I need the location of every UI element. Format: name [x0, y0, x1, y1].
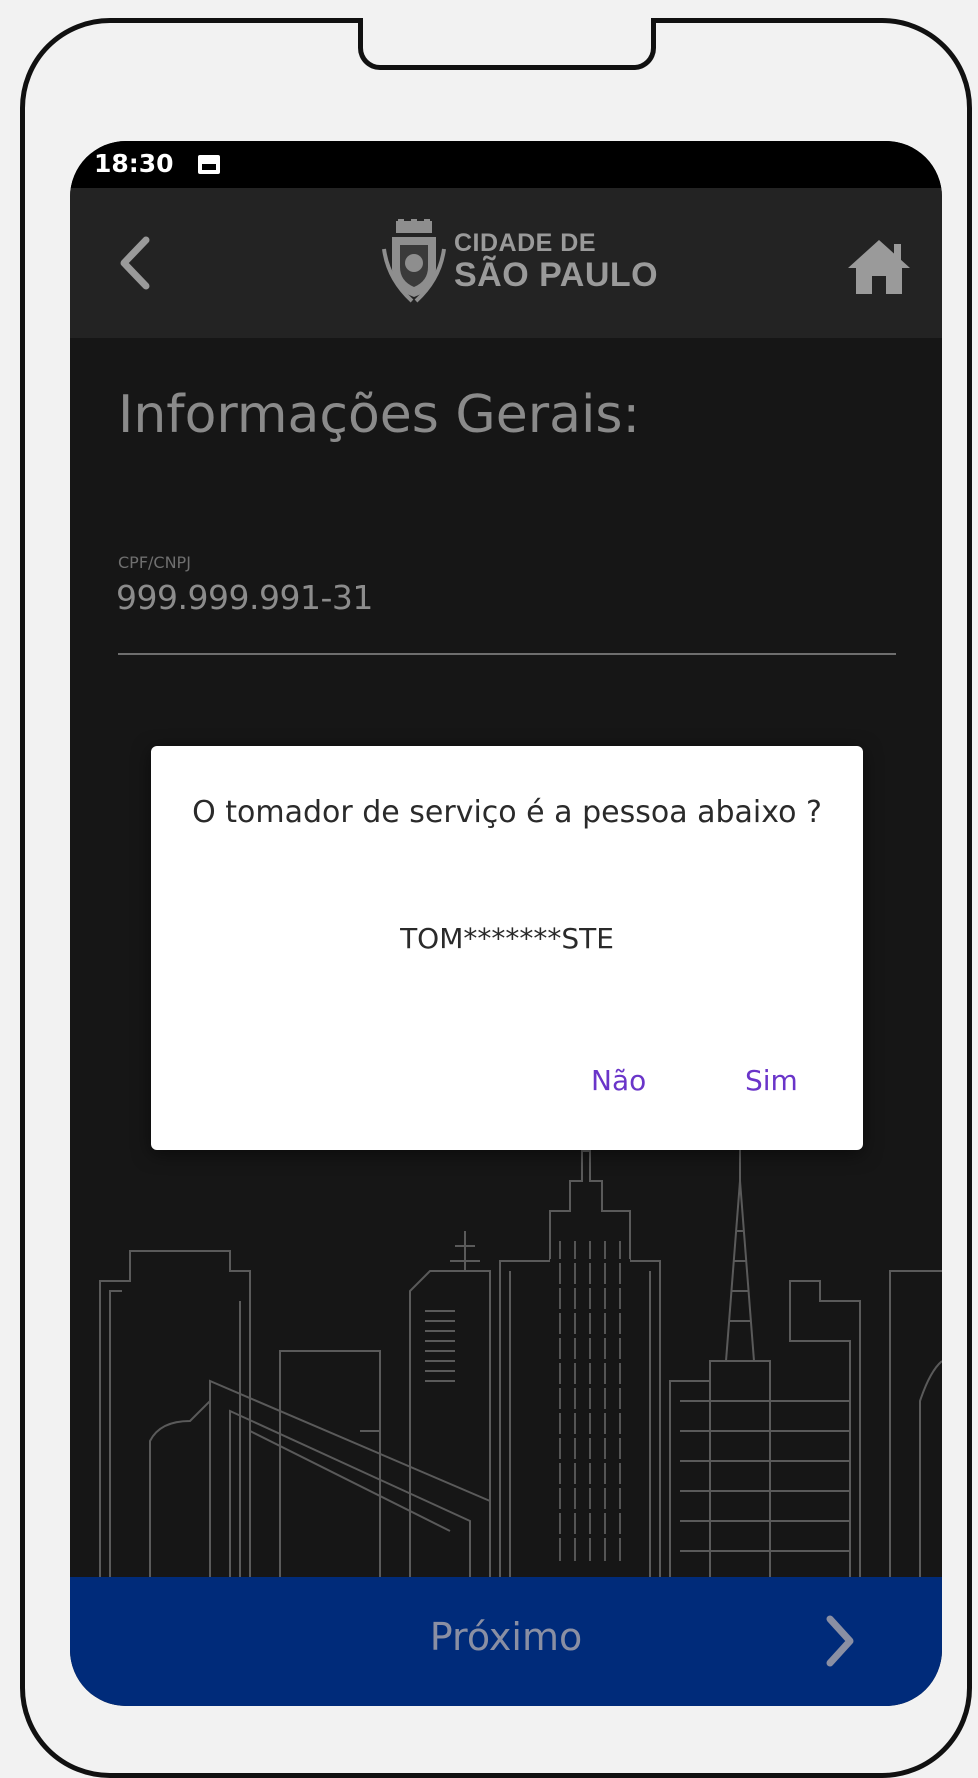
back-button[interactable]	[112, 228, 162, 298]
status-time: 18:30	[94, 149, 174, 178]
status-bar: 18:30	[70, 141, 942, 188]
field-underline	[118, 653, 896, 655]
chevron-right-icon	[826, 1615, 854, 1667]
dialog-person-name: TOM*******STE	[400, 922, 614, 955]
home-button[interactable]	[844, 236, 914, 296]
photo-notification-icon	[198, 155, 220, 174]
app-bar: CIDADE DE SÃO PAULO	[70, 188, 942, 338]
dialog-message: O tomador de serviço é a pessoa abaixo ?	[192, 795, 822, 830]
chevron-left-icon	[120, 236, 150, 290]
brand-line-1: CIDADE DE	[454, 228, 597, 257]
next-label: Próximo	[429, 1615, 583, 1659]
cpf-cnpj-field[interactable]: 999.999.991-31	[116, 578, 373, 617]
yes-button[interactable]: Sim	[745, 1064, 798, 1097]
home-icon	[848, 240, 910, 294]
next-button[interactable]: Próximo	[70, 1577, 942, 1706]
page-title: Informações Gerais:	[118, 385, 641, 445]
city-crest-icon	[382, 219, 446, 303]
no-button[interactable]: Não	[591, 1064, 646, 1097]
confirmation-dialog: O tomador de serviço é a pessoa abaixo ?…	[151, 746, 863, 1150]
cpf-cnpj-label: CPF/CNPJ	[118, 553, 191, 572]
phone-notch	[358, 18, 656, 70]
city-logo: CIDADE DE SÃO PAULO	[382, 216, 658, 306]
brand-line-2: SÃO PAULO	[454, 255, 659, 294]
app-screen: 18:30 CIDADE DE SÃO PAULO Informações Ge…	[70, 141, 942, 1706]
